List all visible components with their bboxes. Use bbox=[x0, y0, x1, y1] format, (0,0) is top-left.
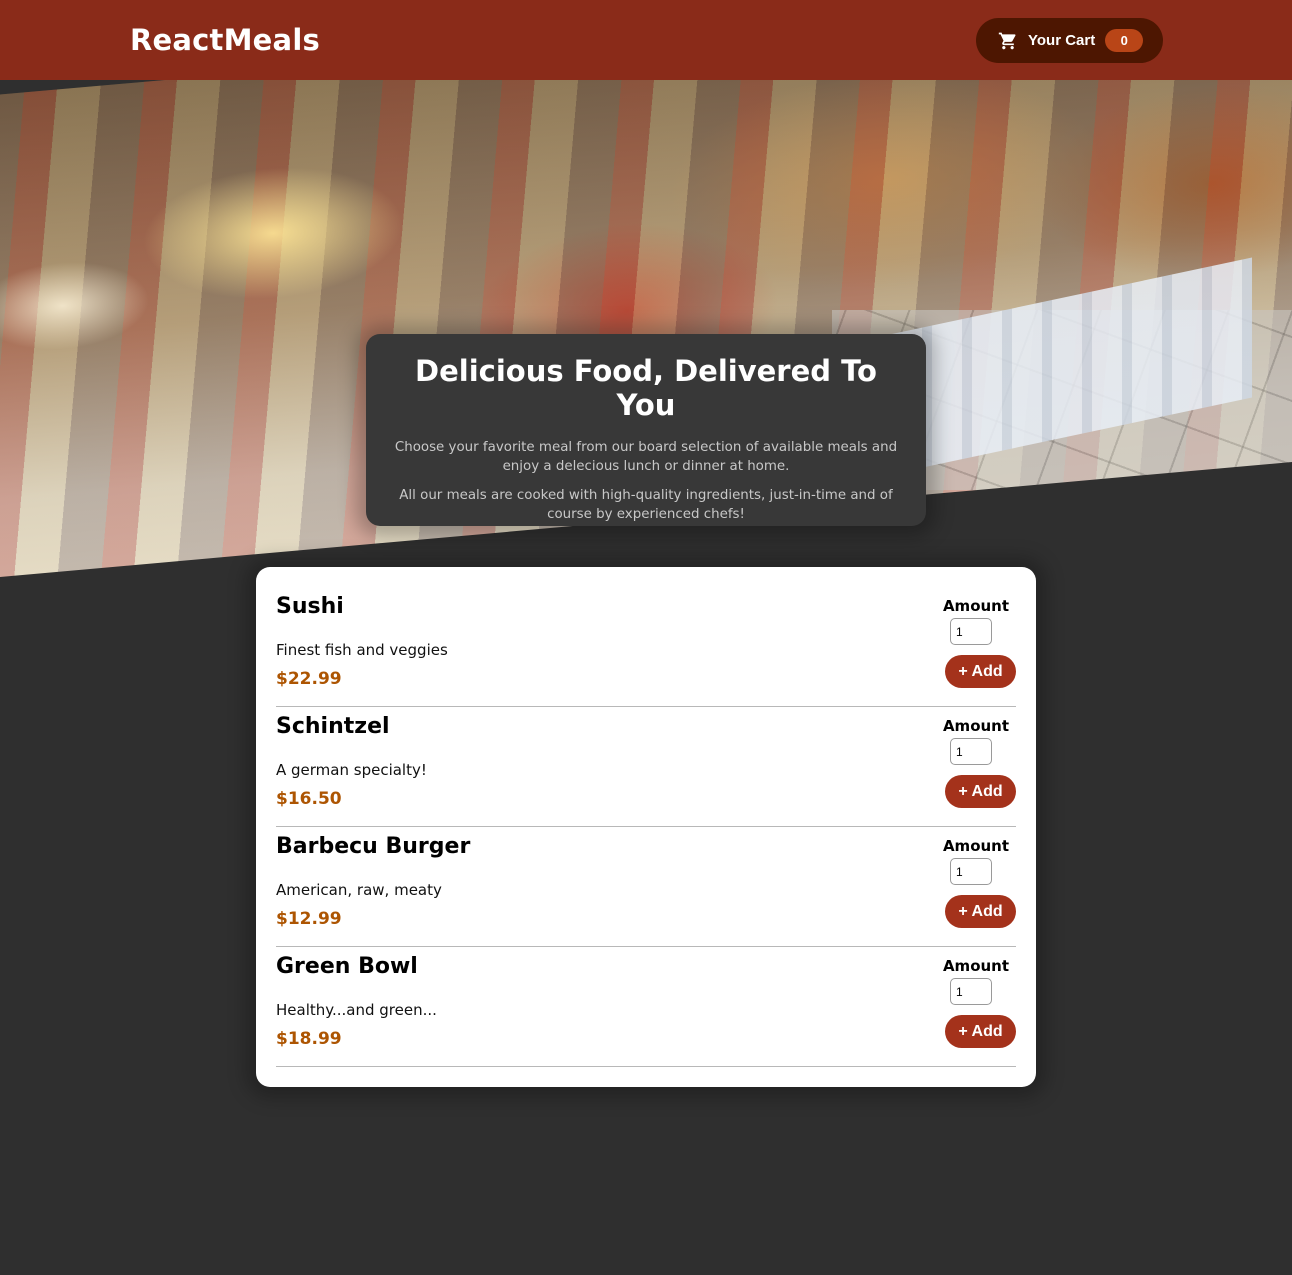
summary-paragraph-2: All our meals are cooked with high-quali… bbox=[399, 488, 893, 522]
cart-count-badge: 0 bbox=[1105, 29, 1144, 52]
amount-label: Amount bbox=[942, 957, 1010, 975]
meal-add-form: Amount + Add bbox=[926, 837, 1016, 928]
amount-label: Amount bbox=[942, 717, 1010, 735]
cart-label: Your Cart bbox=[1028, 32, 1096, 49]
add-to-cart-button[interactable]: + Add bbox=[945, 1015, 1016, 1048]
summary-paragraph-1: Choose your favorite meal from our board… bbox=[394, 440, 898, 474]
meal-name: Barbecu Burger bbox=[276, 834, 471, 859]
app-logo-title: ReactMeals bbox=[130, 23, 320, 57]
meal-description: Finest fish and veggies bbox=[276, 641, 448, 659]
meal-name: Schintzel bbox=[276, 714, 390, 739]
amount-input[interactable] bbox=[950, 738, 992, 765]
meal-item: Sushi Finest fish and veggies $22.99 Amo… bbox=[276, 587, 1016, 707]
app-header: ReactMeals Your Cart 0 bbox=[0, 0, 1292, 80]
add-to-cart-button[interactable]: + Add bbox=[945, 655, 1016, 688]
meal-add-form: Amount + Add bbox=[926, 717, 1016, 808]
meal-item: Schintzel A german specialty! $16.50 Amo… bbox=[276, 707, 1016, 827]
shopping-cart-icon bbox=[998, 31, 1018, 51]
meal-name: Green Bowl bbox=[276, 954, 418, 979]
meal-add-form: Amount + Add bbox=[926, 957, 1016, 1048]
amount-label: Amount bbox=[942, 837, 1010, 855]
amount-input[interactable] bbox=[950, 978, 992, 1005]
meal-name: Sushi bbox=[276, 594, 344, 619]
summary-title: Delicious Food, Delivered To You bbox=[415, 354, 877, 422]
amount-input[interactable] bbox=[950, 858, 992, 885]
meal-price: $16.50 bbox=[276, 789, 342, 809]
available-meals-card: Sushi Finest fish and veggies $22.99 Amo… bbox=[256, 567, 1036, 1087]
add-to-cart-button[interactable]: + Add bbox=[945, 895, 1016, 928]
meal-price: $18.99 bbox=[276, 1029, 342, 1049]
meal-description: A german specialty! bbox=[276, 761, 427, 779]
meal-price: $22.99 bbox=[276, 669, 342, 689]
cart-button[interactable]: Your Cart 0 bbox=[976, 18, 1163, 63]
meal-item: Green Bowl Healthy...and green... $18.99… bbox=[276, 947, 1016, 1067]
amount-input[interactable] bbox=[950, 618, 992, 645]
meal-price: $12.99 bbox=[276, 909, 342, 929]
meal-add-form: Amount + Add bbox=[926, 597, 1016, 688]
amount-label: Amount bbox=[942, 597, 1010, 615]
add-to-cart-button[interactable]: + Add bbox=[945, 775, 1016, 808]
meal-description: Healthy...and green... bbox=[276, 1001, 437, 1019]
meals-summary-card: Delicious Food, Delivered To You Choose … bbox=[366, 334, 926, 526]
meal-description: American, raw, meaty bbox=[276, 881, 442, 899]
meal-item: Barbecu Burger American, raw, meaty $12.… bbox=[276, 827, 1016, 947]
